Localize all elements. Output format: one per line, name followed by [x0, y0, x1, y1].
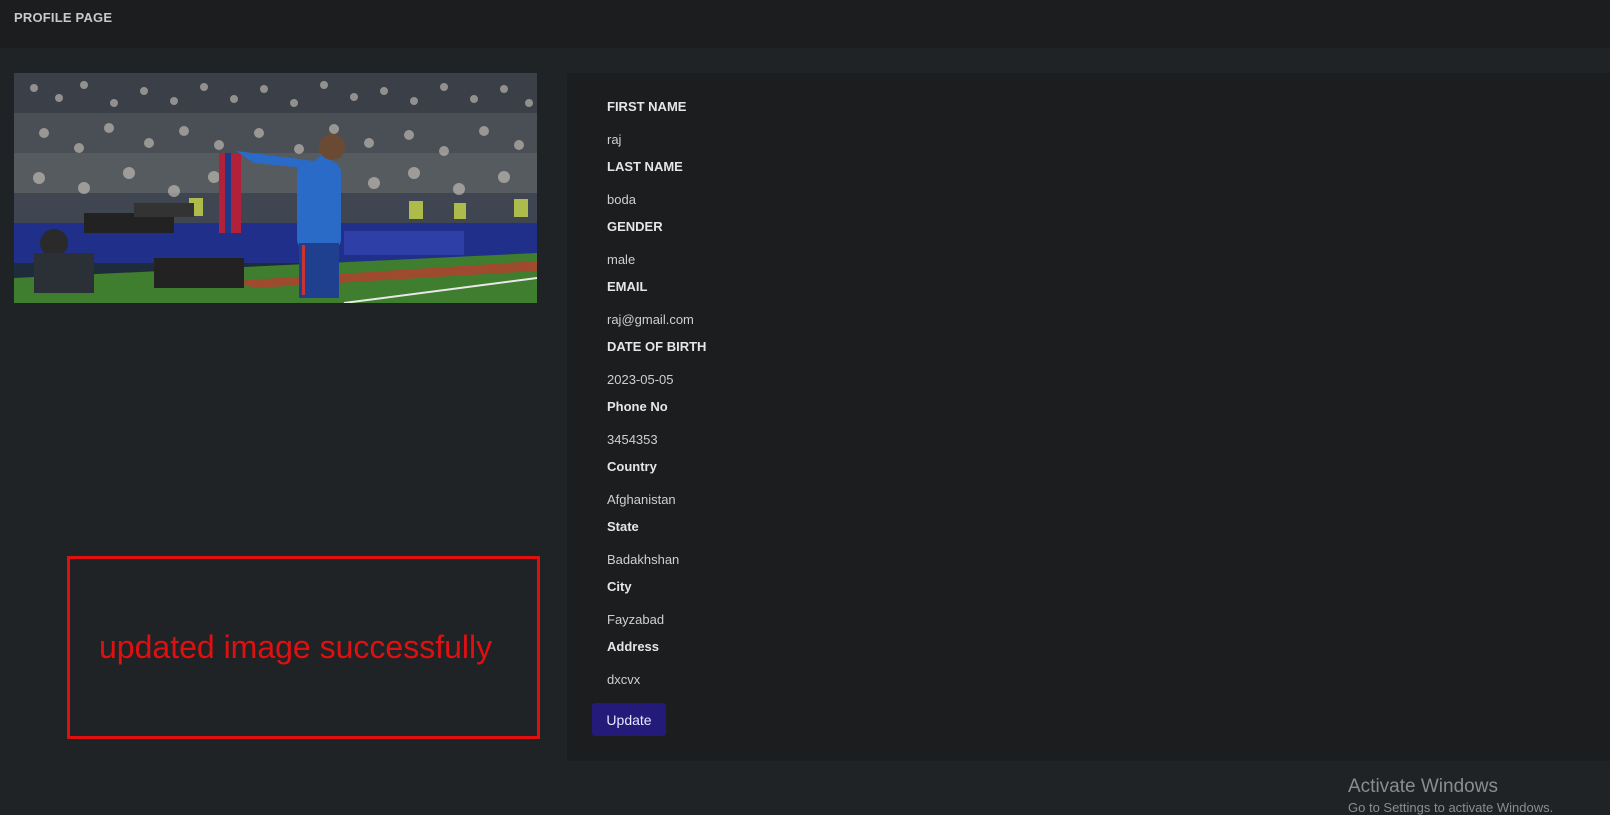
- country-value: Afghanistan: [607, 492, 676, 507]
- last-name-value: boda: [607, 192, 636, 207]
- address-value: dxcvx: [607, 672, 641, 687]
- country-label: Country: [607, 459, 657, 474]
- state-label: State: [607, 519, 639, 534]
- date-of-birth-value: 2023-05-05: [607, 372, 674, 387]
- city-value: Fayzabad: [607, 612, 665, 627]
- email-value: raj@gmail.com: [607, 312, 694, 327]
- state-value: Badakhshan: [607, 552, 680, 567]
- profile-details-panel: FIRST NAME raj LAST NAME boda GENDER mal…: [567, 73, 1610, 761]
- success-annotation-text: updated image successfully: [99, 629, 493, 665]
- phone-value: 3454353: [607, 432, 658, 447]
- activate-windows-title: Activate Windows: [1348, 776, 1498, 797]
- address-label: Address: [607, 639, 660, 654]
- first-name-value: raj: [607, 132, 622, 147]
- profile-photo-graphic: [14, 73, 537, 303]
- city-label: City: [607, 579, 632, 594]
- phone-label: Phone No: [607, 399, 668, 414]
- email-label: EMAIL: [607, 279, 648, 294]
- top-bar: PROFILE PAGE: [0, 0, 1610, 48]
- last-name-label: LAST NAME: [607, 159, 683, 174]
- update-button[interactable]: Update: [592, 703, 666, 736]
- gender-value: male: [607, 252, 636, 267]
- success-annotation-box: updated image successfully: [67, 556, 540, 739]
- page-title: PROFILE PAGE: [14, 10, 113, 25]
- profile-photo: [14, 73, 537, 303]
- first-name-label: FIRST NAME: [607, 99, 687, 114]
- date-of-birth-label: DATE OF BIRTH: [607, 339, 707, 354]
- gender-label: GENDER: [607, 219, 663, 234]
- activate-windows-subtitle: Go to Settings to activate Windows.: [1348, 800, 1554, 815]
